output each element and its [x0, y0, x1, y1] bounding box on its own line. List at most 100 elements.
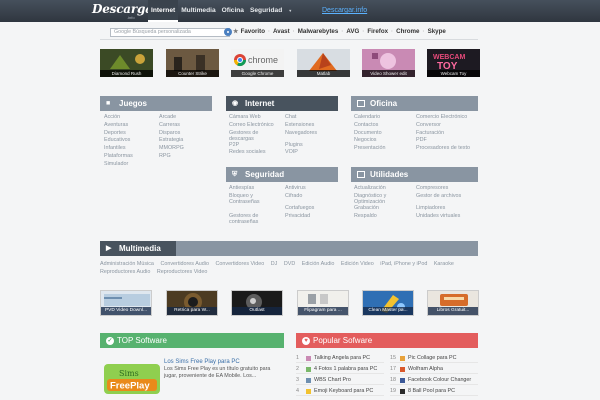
link-gestores-descargas[interactable]: Gestores de descargas: [229, 130, 283, 142]
link-carreras[interactable]: Carreras: [159, 122, 212, 130]
link-estrategia[interactable]: Estrategia: [159, 137, 212, 145]
link-repr-audio[interactable]: Reproductores Audio: [100, 269, 150, 275]
bookmark-favorito[interactable]: Favorito: [241, 28, 265, 36]
link-antivirus[interactable]: Antivirus: [285, 185, 341, 193]
app-tile-video-shower[interactable]: Video Shower edit: [362, 49, 415, 77]
link-navegadores[interactable]: Navegadores: [285, 130, 341, 142]
link-conv-video[interactable]: Convertidores Video: [215, 261, 264, 267]
nav-oficina[interactable]: Oficina: [219, 0, 247, 22]
top-software-title[interactable]: Los Sims Free Play para PC: [164, 358, 282, 366]
link-plugins[interactable]: Plugins: [285, 142, 341, 150]
bookmark-malwarebytes[interactable]: Malwarebytes: [298, 28, 339, 36]
link-infantiles[interactable]: Infantiles: [104, 145, 157, 153]
link-deportes[interactable]: Deportes: [104, 130, 157, 138]
list-item[interactable]: 4 Emoji Keyboard para PC: [296, 387, 384, 396]
list-item[interactable]: 3 WBS Chart Pro: [296, 376, 384, 385]
category-juegos-header[interactable]: ■ Juegos: [100, 96, 212, 111]
link-pdf[interactable]: PDF: [416, 137, 480, 145]
link-mmorpg[interactable]: MMORPG: [159, 145, 212, 153]
link-dj[interactable]: DJ: [271, 261, 278, 267]
app-tile-counter-strike[interactable]: Counter Strike: [166, 49, 219, 77]
thumb-outlast[interactable]: Outlast: [231, 290, 283, 316]
link-chat[interactable]: Chat: [285, 114, 341, 122]
bookmark-avast[interactable]: Avast: [273, 28, 290, 36]
link-cortafuegos-a[interactable]: [229, 205, 283, 213]
app-tile-google-chrome[interactable]: chrome Google Chrome: [231, 49, 284, 77]
thumb-libros-gratuitos[interactable]: Libros Gratuit...: [427, 290, 479, 316]
link-rpg[interactable]: RPG: [159, 153, 212, 161]
link-compresores[interactable]: Compresores: [416, 185, 480, 193]
link-conversor[interactable]: Conversor: [416, 122, 480, 130]
link-admin-musica[interactable]: Administración Música: [100, 261, 154, 267]
nav-more-dropdown[interactable]: ▾: [285, 0, 294, 22]
link-voip[interactable]: VOIP: [285, 149, 341, 157]
link-respaldo[interactable]: Respaldo: [354, 213, 414, 221]
thumb-pvd-video[interactable]: PVD Video Downl...: [100, 290, 152, 316]
link-contactos[interactable]: Contactos: [354, 122, 414, 130]
link-karaoke[interactable]: Karaoke: [434, 261, 454, 267]
link-facturacion[interactable]: Facturación: [416, 130, 480, 138]
link-conv-audio[interactable]: Convertidores Audio: [160, 261, 209, 267]
search-icon[interactable]: [224, 28, 232, 36]
nav-multimedia[interactable]: Multimedia: [178, 0, 218, 22]
category-oficina-header[interactable]: Oficina: [351, 96, 478, 111]
link-arcade[interactable]: Arcade: [159, 114, 212, 122]
link-bloqueo[interactable]: Bloqueo y Contraseñas: [229, 193, 283, 205]
link-documento[interactable]: Documento: [354, 130, 414, 138]
list-item[interactable]: 1 Talking Angela para PC: [296, 354, 384, 363]
link-grabacion[interactable]: Grabación: [354, 205, 414, 213]
search-input[interactable]: Google Búsqueda personalizada: [110, 28, 230, 37]
bookmark-firefox[interactable]: Firefox: [367, 28, 388, 36]
bookmark-chrome[interactable]: Chrome: [396, 28, 419, 36]
site-home-link[interactable]: Descargar.info: [322, 7, 367, 14]
link-extensiones[interactable]: Extensiones: [285, 122, 341, 130]
list-item[interactable]: 15 Pic Collage para PC: [390, 354, 478, 363]
link-calendario[interactable]: Calendario: [354, 114, 414, 122]
list-item[interactable]: 18 Facebook Colour Changer: [390, 376, 478, 385]
category-utilidades-header[interactable]: Utilidades: [351, 167, 478, 182]
link-dvd[interactable]: DVD: [284, 261, 295, 267]
link-cifrado[interactable]: Cifrado: [285, 193, 341, 205]
category-seguridad-header[interactable]: ⛨ Seguridad: [226, 167, 338, 182]
list-item[interactable]: 19 8 Ball Pool para PC: [390, 387, 478, 396]
category-multimedia-header[interactable]: ▶ Multimedia: [100, 241, 478, 256]
link-redes-sociales[interactable]: Redes sociales: [229, 149, 283, 157]
link-negocios[interactable]: Negocios: [354, 137, 414, 145]
thumb-retrica[interactable]: Retrica para W...: [166, 290, 218, 316]
top-software-header[interactable]: ✓ TOP Software: [100, 333, 284, 348]
link-unidades-virtuales[interactable]: Unidades virtuales: [416, 213, 480, 221]
link-disparos[interactable]: Disparos: [159, 130, 212, 138]
bookmark-avg[interactable]: AVG: [346, 28, 359, 36]
link-camara-web[interactable]: Cámara Web: [229, 114, 283, 122]
list-item[interactable]: 17 Wolfram Alpha: [390, 365, 478, 374]
nav-internet[interactable]: Internet: [148, 0, 179, 22]
link-gestores-contrasenas[interactable]: Gestores de contraseñas: [229, 213, 283, 225]
app-tile-diamond-rush[interactable]: Diamond Rush: [100, 49, 153, 77]
link-procesadores-texto[interactable]: Procesadores de texto: [416, 145, 480, 153]
link-cortafuegos[interactable]: Cortafuegos: [285, 205, 341, 213]
nav-seguridad[interactable]: Seguridad: [247, 0, 285, 22]
link-limpiadores[interactable]: Limpiadores: [416, 205, 480, 213]
link-simulador[interactable]: Simulador: [104, 161, 157, 169]
list-item[interactable]: 24 Fotos 1 palabra para PC: [296, 365, 384, 374]
link-diagnostico[interactable]: Diagnóstico y Optimización: [354, 193, 414, 205]
link-repr-video[interactable]: Reproductores Video: [157, 269, 208, 275]
link-privacidad[interactable]: Privacidad: [285, 213, 341, 225]
link-ipad-iphone[interactable]: iPad, iPhone y iPod: [380, 261, 427, 267]
link-correo[interactable]: Correo Electrónico: [229, 122, 283, 130]
popular-software-header[interactable]: ♥ Popular Sofware: [296, 333, 478, 348]
link-edicion-audio[interactable]: Edición Audio: [302, 261, 335, 267]
top-software-item[interactable]: Sims FreePlay Los Sims Free Play para PC…: [100, 358, 284, 400]
link-edicion-video[interactable]: Edición Video: [341, 261, 374, 267]
app-tile-webcam-toy[interactable]: WEBCAM TOY Webcam Toy: [427, 49, 480, 77]
thumb-flipagram[interactable]: Flipagram para ...: [297, 290, 349, 316]
app-tile-matlab[interactable]: Matlab: [297, 49, 350, 77]
link-accion[interactable]: Acción: [104, 114, 157, 122]
link-p2p[interactable]: P2P: [229, 142, 283, 150]
category-internet-header[interactable]: ◉ Internet: [226, 96, 338, 111]
thumb-clean-master[interactable]: Clean Master pa...: [362, 290, 414, 316]
link-gestor-archivos[interactable]: Gestor de archivos: [416, 193, 480, 205]
link-actualizacion[interactable]: Actualización: [354, 185, 414, 193]
link-antiespias[interactable]: Antiespías: [229, 185, 283, 193]
link-presentacion[interactable]: Presentación: [354, 145, 414, 153]
